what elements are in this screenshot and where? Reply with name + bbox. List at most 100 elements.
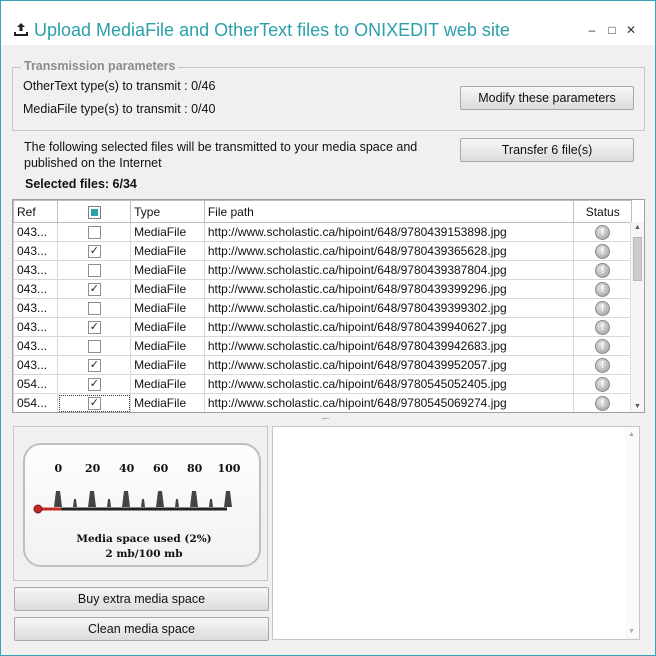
column-ref[interactable]: Ref: [13, 200, 59, 223]
splitter-handle[interactable]: ......: [321, 413, 337, 421]
row-ref: 043...: [13, 317, 59, 337]
warning-status-icon: !: [595, 224, 611, 240]
warning-status-icon: !: [595, 300, 611, 316]
row-type: MediaFile: [130, 298, 205, 318]
table-row[interactable]: 043... MediaFilehttp://www.scholastic.ca/…: [13, 355, 632, 375]
gauge-major-tick: [122, 491, 130, 507]
transfer-button[interactable]: Transfer 6 file(s): [460, 138, 634, 162]
gauge-bulb: [33, 504, 43, 514]
warning-status-icon: !: [595, 376, 611, 392]
table-scrollbar[interactable]: ▲ ▼: [630, 222, 644, 412]
scroll-down-icon[interactable]: ▼: [634, 403, 641, 410]
warning-status-icon: !: [595, 338, 611, 354]
row-file-path: http://www.scholastic.ca/hipoint/648/978…: [203, 336, 575, 356]
row-checkbox[interactable]: [57, 241, 132, 261]
row-checkbox-box[interactable]: [87, 283, 101, 297]
gauge-minor-tick: [175, 499, 179, 507]
row-checkbox[interactable]: [57, 260, 132, 280]
warning-status-icon: !: [595, 243, 611, 259]
row-ref: 054...: [13, 374, 59, 394]
row-type: MediaFile: [130, 222, 205, 242]
row-ref: 043...: [13, 241, 59, 261]
gauge-major-tick: [54, 491, 62, 507]
row-status: !: [573, 355, 632, 375]
table-row[interactable]: 043... MediaFilehttp://www.scholastic.ca/…: [13, 222, 632, 242]
row-ref: 043...: [13, 222, 59, 242]
table-row[interactable]: 043... MediaFilehttp://www.scholastic.ca/…: [13, 241, 632, 261]
gauge-minor-tick: [209, 499, 213, 507]
gauge-minor-tick: [141, 499, 145, 507]
table-row[interactable]: 043... MediaFilehttp://www.scholastic.ca/…: [13, 279, 632, 299]
buy-extra-space-button[interactable]: Buy extra media space: [14, 587, 269, 611]
warning-status-icon: !: [595, 281, 611, 297]
row-type: MediaFile: [130, 336, 205, 356]
media-space-used-label: Media space used (2%): [76, 533, 212, 545]
row-checkbox-box[interactable]: [87, 226, 101, 240]
log-scroll-down-icon[interactable]: ▼: [628, 628, 635, 635]
column-file-path[interactable]: File path: [203, 200, 575, 223]
transmission-note: The following selected files will be tra…: [24, 140, 418, 170]
table-row[interactable]: 043... MediaFilehttp://www.scholastic.ca/…: [13, 336, 632, 356]
warning-status-icon: !: [595, 357, 611, 373]
close-button[interactable]: ✕: [623, 23, 639, 37]
row-type: MediaFile: [130, 279, 205, 299]
minimize-button[interactable]: –: [584, 23, 600, 37]
row-checkbox[interactable]: [57, 279, 132, 299]
row-checkbox-box[interactable]: [87, 321, 101, 335]
log-scroll-up-icon[interactable]: ▲: [628, 431, 635, 438]
row-type: MediaFile: [130, 374, 205, 394]
row-checkbox[interactable]: [57, 336, 132, 356]
row-status: !: [573, 222, 632, 242]
selected-files-count: Selected files: 6/34: [25, 177, 137, 191]
mediafile-count-label: MediaFile type(s) to transmit : 0/40: [23, 102, 216, 116]
row-checkbox-box[interactable]: [87, 378, 101, 392]
gauge-tick-label: 40: [119, 462, 135, 475]
scroll-up-icon[interactable]: ▲: [634, 224, 641, 231]
modify-parameters-button[interactable]: Modify these parameters: [460, 86, 634, 110]
row-checkbox[interactable]: [57, 298, 132, 318]
row-checkbox[interactable]: [57, 393, 132, 412]
gauge-tick-label: 80: [187, 462, 203, 475]
table-row[interactable]: 043... MediaFilehttp://www.scholastic.ca/…: [13, 260, 632, 280]
log-pane[interactable]: ▲ ▼: [272, 426, 640, 640]
row-checkbox[interactable]: [57, 374, 132, 394]
table-row[interactable]: 054... MediaFilehttp://www.scholastic.ca/…: [13, 374, 632, 394]
row-checkbox-box[interactable]: [87, 302, 101, 316]
row-status: !: [573, 374, 632, 394]
select-all-checkbox[interactable]: [57, 200, 132, 223]
row-checkbox-box[interactable]: [87, 264, 101, 278]
row-file-path: http://www.scholastic.ca/hipoint/648/978…: [203, 222, 575, 242]
column-status[interactable]: Status: [573, 200, 632, 223]
column-type[interactable]: Type: [130, 200, 205, 223]
row-status: !: [573, 298, 632, 318]
table-row[interactable]: 043... MediaFilehttp://www.scholastic.ca/…: [13, 298, 632, 318]
maximize-button[interactable]: □: [604, 23, 620, 37]
media-space-amount-label: 2 mb/100 mb: [105, 548, 183, 560]
warning-status-icon: !: [595, 319, 611, 335]
scroll-thumb[interactable]: [633, 237, 642, 281]
table-row[interactable]: 054... MediaFilehttp://www.scholastic.ca/…: [13, 393, 632, 412]
row-checkbox-box[interactable]: [87, 359, 101, 373]
media-space-gauge: 0 20 40 60 80 100 Media space used (2%) 2 mb/…: [23, 443, 261, 567]
gauge-tick-label: 0: [54, 462, 63, 475]
row-file-path: http://www.scholastic.ca/hipoint/648/978…: [203, 260, 575, 280]
row-checkbox[interactable]: [57, 317, 132, 337]
row-checkbox[interactable]: [57, 355, 132, 375]
row-ref: 043...: [13, 298, 59, 318]
row-checkbox-box[interactable]: [87, 245, 101, 259]
row-checkbox[interactable]: [57, 222, 132, 242]
table-row[interactable]: 043... MediaFilehttp://www.scholastic.ca/…: [13, 317, 632, 337]
transmission-parameters-legend: Transmission parameters: [21, 59, 179, 73]
log-scrollbar[interactable]: ▲ ▼: [625, 427, 639, 639]
title-bar: Upload MediaFile and OtherText files to …: [1, 1, 655, 45]
row-status: !: [573, 241, 632, 261]
clean-media-space-button[interactable]: Clean media space: [14, 617, 269, 641]
row-status: !: [573, 317, 632, 337]
gauge-tick-label: 60: [153, 462, 169, 475]
row-ref: 043...: [13, 279, 59, 299]
upload-dialog: Upload MediaFile and OtherText files to …: [0, 0, 656, 656]
select-all-checkbox-box[interactable]: [87, 205, 101, 219]
row-checkbox-box[interactable]: [87, 397, 101, 411]
row-checkbox-box[interactable]: [87, 340, 101, 354]
row-type: MediaFile: [130, 260, 205, 280]
